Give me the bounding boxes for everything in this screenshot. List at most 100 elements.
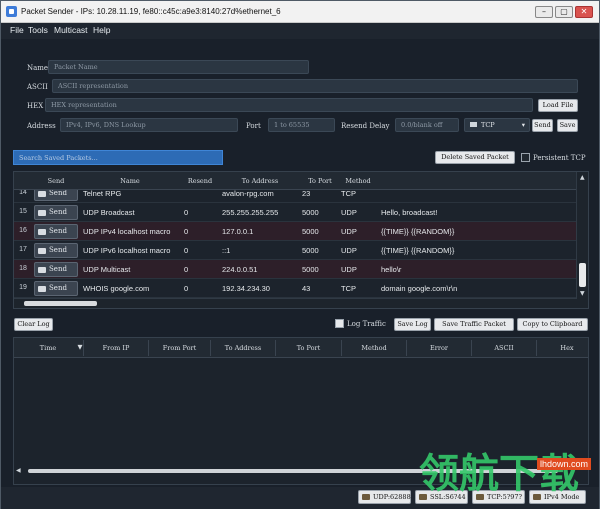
row-address: 192.34.234.30 (222, 284, 270, 293)
row-send-button[interactable]: Send (34, 205, 78, 220)
scrollbar-thumb[interactable] (579, 263, 586, 287)
row-number: 19 (19, 284, 27, 291)
save-button[interactable]: Save (557, 119, 578, 132)
menu-help[interactable]: Help (93, 25, 110, 35)
row-method: UDP (341, 246, 357, 255)
clear-log-button[interactable]: Clear Log (14, 318, 53, 331)
col-to-address-label: To Address (241, 177, 279, 185)
scroll-left-icon[interactable]: ◀ (16, 467, 21, 474)
title-bar: Packet Sender - IPs: 10.28.11.19, fe80::… (1, 1, 599, 23)
protocol-icon (470, 122, 477, 127)
row-number: 14 (19, 189, 27, 196)
col-name-label: Name (120, 177, 140, 185)
col-send-label: Send (47, 177, 65, 185)
persistent-tcp-label: Persistent TCP (533, 154, 586, 162)
hex-input[interactable]: HEX representation (45, 98, 533, 112)
scroll-down-icon[interactable]: ▼ (580, 290, 585, 297)
search-saved-packets-input[interactable]: Search Saved Packets... (13, 150, 223, 165)
scrollbar-thumb[interactable] (24, 301, 97, 306)
col-hex[interactable]: Hex (537, 344, 597, 352)
table-row[interactable]: 17 Send UDP IPv6 localhost macro 0 ::1 5… (14, 241, 577, 260)
table-row[interactable]: 19 Send WHOIS google.com 0 192.34.234.30… (14, 279, 577, 298)
resend-delay-label: Resend Delay (341, 122, 390, 130)
send-icon (38, 248, 46, 254)
saved-horizontal-scrollbar[interactable] (14, 298, 577, 308)
col-from-ip[interactable]: From IP (84, 344, 148, 352)
address-input[interactable]: IPv4, IPv6, DNS Lookup (60, 118, 238, 132)
col-to-port[interactable]: To Port (276, 344, 341, 352)
log-traffic-checkbox[interactable] (335, 319, 344, 328)
row-send-button[interactable]: Send (34, 281, 78, 296)
hex-label: HEX (27, 102, 44, 110)
col-method[interactable]: Method (342, 344, 406, 352)
row-ascii: domain google.com\r\n (381, 284, 458, 293)
row-method: UDP (341, 265, 357, 274)
row-resend: 0 (184, 284, 189, 293)
col-ascii[interactable]: ASCII (472, 344, 536, 352)
save-traffic-packet-button[interactable]: Save Traffic Packet (434, 318, 514, 331)
row-send-button[interactable]: Send (34, 243, 78, 258)
row-port: 5000 (302, 227, 319, 236)
row-name: WHOIS google.com (83, 284, 150, 293)
row-name: Telnet RPG (83, 189, 122, 198)
log-traffic-label: Log Traffic (347, 320, 386, 328)
name-label: Name (27, 64, 49, 72)
col-error[interactable]: Error (407, 344, 471, 352)
col-to-address[interactable]: To Address (211, 344, 275, 352)
maximize-button[interactable]: ▢ (555, 6, 573, 18)
col-from-port[interactable]: From Port (149, 344, 210, 352)
resend-delay-input[interactable]: 0.0/blank off (395, 118, 459, 132)
watermark-logo-text: 领航下载 (419, 451, 579, 497)
ascii-label: ASCII (27, 83, 48, 91)
send-icon (38, 210, 46, 216)
row-port: 23 (302, 189, 311, 198)
table-header-overlay: Send Name Resend To Address To Port Meth… (14, 172, 577, 190)
col-time[interactable]: Time (14, 344, 82, 352)
row-send-button[interactable]: Send (34, 262, 78, 277)
row-resend: 0 (184, 208, 189, 217)
table-row[interactable]: 18 Send UDP Multicast 0 224.0.0.51 5000 … (14, 260, 577, 279)
row-send-button[interactable]: Send (34, 224, 78, 239)
protocol-select[interactable]: TCP ▾ (464, 118, 530, 132)
col-resend-label: Resend (187, 177, 213, 185)
menu-tools[interactable]: Tools (28, 25, 48, 35)
copy-to-clipboard-button[interactable]: Copy to Clipboard (517, 318, 588, 331)
row-address: 127.0.0.1 (222, 227, 254, 236)
row-method: UDP (341, 208, 357, 217)
row-address: avalon-rpg.com (222, 189, 274, 198)
send-icon (38, 267, 46, 273)
load-file-button[interactable]: Load File (538, 99, 578, 112)
port-input[interactable]: 1 to 65535 (268, 118, 335, 132)
menu-file[interactable]: File (10, 25, 24, 35)
row-address: 255.255.255.255 (222, 208, 279, 217)
delete-saved-packet-button[interactable]: Delete Saved Packet (435, 151, 515, 164)
row-resend: 0 (184, 265, 189, 274)
name-input[interactable]: Packet Name (48, 60, 309, 74)
minimize-button[interactable]: – (535, 6, 553, 18)
send-icon (38, 191, 46, 197)
app-window: Packet Sender - IPs: 10.28.11.19, fe80::… (0, 0, 600, 509)
send-icon (38, 229, 46, 235)
persistent-tcp-checkbox[interactable] (521, 153, 530, 162)
window-title: Packet Sender - IPs: 10.28.11.19, fe80::… (21, 7, 281, 16)
row-number: 15 (19, 208, 27, 215)
row-name: UDP Multicast (83, 265, 131, 274)
scroll-up-icon[interactable]: ▲ (580, 174, 585, 181)
save-log-button[interactable]: Save Log (394, 318, 431, 331)
row-name: UDP IPv4 localhost macro (83, 227, 171, 236)
row-resend: 0 (184, 227, 189, 236)
row-resend: 0 (184, 246, 189, 255)
row-number: 18 (19, 265, 27, 272)
close-button[interactable]: ✕ (575, 6, 593, 18)
saved-vertical-scrollbar[interactable]: ▲ ▼ (576, 172, 588, 308)
send-button[interactable]: Send (532, 119, 553, 132)
table-row[interactable]: 15 Send UDP Broadcast 0 255.255.255.255 … (14, 203, 577, 222)
ascii-input[interactable]: ASCII representation (52, 79, 578, 93)
udp-port-button[interactable]: UDP:62888 (358, 490, 411, 504)
row-ascii: Hello, broadcast! (381, 208, 438, 217)
row-ascii: {{TIME}} {{RANDOM}} (381, 246, 455, 255)
menu-multicast[interactable]: Multicast (54, 25, 88, 35)
table-row[interactable]: 16 Send UDP IPv4 localhost macro 0 127.0… (14, 222, 577, 241)
row-port: 5000 (302, 208, 319, 217)
row-ascii: {{TIME}} {{RANDOM}} (381, 227, 455, 236)
